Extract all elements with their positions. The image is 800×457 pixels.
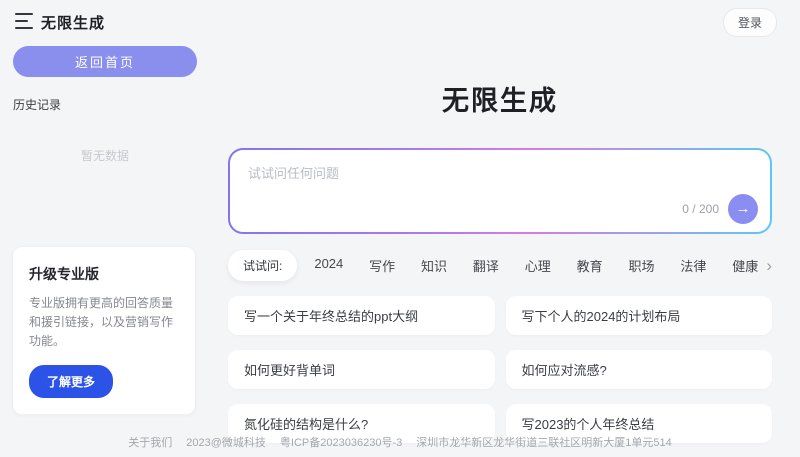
learn-more-button[interactable]: 了解更多 [29, 365, 113, 398]
tag-item-psychology[interactable]: 心理 [525, 256, 551, 275]
history-label: 历史记录 [13, 96, 197, 113]
tag-item-knowledge[interactable]: 知识 [421, 256, 447, 275]
sidebar: 返回首页 历史记录 暂无数据 升级专业版 专业版拥有更高的回答质量和援引链接，以… [0, 44, 210, 457]
back-home-button[interactable]: 返回首页 [13, 46, 197, 77]
footer: 关于我们 2023@微城科技 粤ICP备2023036230号-3 深圳市龙华新… [0, 434, 800, 450]
suggestion-cards: 写一个关于年终总结的ppt大纲 写下个人的2024的计划布局 如何更好背单词 如… [228, 296, 772, 443]
app-title: 无限生成 [41, 12, 105, 33]
upgrade-description: 专业版拥有更高的回答质量和援引链接，以及营销写作功能。 [29, 294, 179, 351]
main-content: 无限生成 0 / 200 → 试试问: 2024 写作 知识 翻译 心理 教育 … [228, 44, 772, 443]
footer-about-link[interactable]: 关于我们 [128, 434, 172, 450]
suggestion-card[interactable]: 如何更好背单词 [228, 350, 495, 389]
page-title: 无限生成 [228, 79, 772, 118]
suggestion-card[interactable]: 写下个人的2024的计划布局 [506, 296, 773, 335]
send-arrow-icon[interactable]: → [728, 194, 758, 224]
tag-list: 2024 写作 知识 翻译 心理 教育 职场 法律 健康 [314, 256, 758, 275]
tag-prefix-pill[interactable]: 试试问: [228, 250, 297, 281]
tag-item-writing[interactable]: 写作 [369, 256, 395, 275]
hamburger-menu-icon[interactable] [15, 13, 33, 29]
top-header: 无限生成 登录 [0, 0, 800, 44]
tag-item-career[interactable]: 职场 [629, 256, 655, 275]
tag-item-health[interactable]: 健康 [732, 256, 758, 275]
suggestion-card[interactable]: 如何应对流感? [506, 350, 773, 389]
footer-address: 深圳市龙华新区龙华街道三联社区明新大厦1单元514 [416, 434, 671, 450]
prompt-box: 0 / 200 → [230, 150, 770, 232]
login-button[interactable]: 登录 [723, 8, 777, 37]
tag-item-translate[interactable]: 翻译 [473, 256, 499, 275]
tag-item-education[interactable]: 教育 [577, 256, 603, 275]
upgrade-card: 升级专业版 专业版拥有更高的回答质量和援引链接，以及营销写作功能。 了解更多 [12, 246, 196, 415]
suggestion-card[interactable]: 写一个关于年终总结的ppt大纲 [228, 296, 495, 335]
prompt-footer: 0 / 200 → [682, 194, 758, 224]
char-count: 0 / 200 [682, 202, 719, 216]
prompt-input[interactable] [248, 163, 754, 201]
footer-icp-number[interactable]: 粤ICP备2023036230号-3 [280, 434, 402, 450]
tag-item-law[interactable]: 法律 [680, 256, 706, 275]
upgrade-title: 升级专业版 [29, 264, 179, 284]
history-empty-text: 暂无数据 [13, 147, 197, 164]
tags-row: 试试问: 2024 写作 知识 翻译 心理 教育 职场 法律 健康 › [228, 250, 772, 281]
footer-copyright: 2023@微城科技 [186, 434, 266, 450]
tag-item-2024[interactable]: 2024 [314, 256, 343, 275]
chevron-right-icon[interactable]: › [766, 257, 772, 274]
prompt-box-gradient-border: 0 / 200 → [228, 148, 772, 234]
